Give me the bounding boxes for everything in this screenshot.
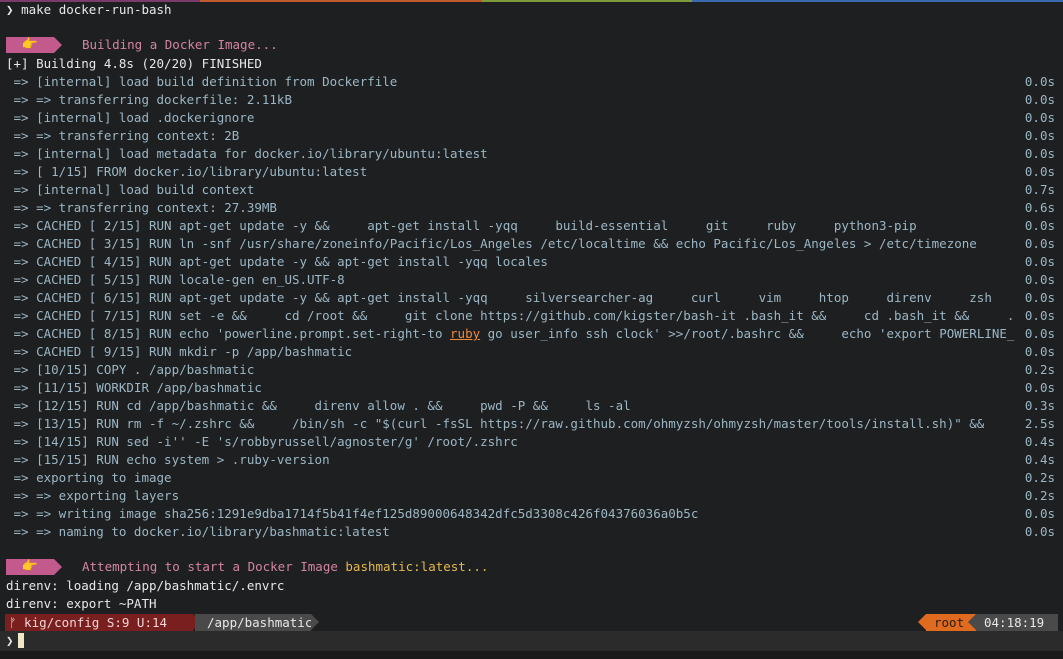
build-step-line: => [14/15] RUN sed -i'' -E 's/robbyrusse… — [6, 434, 518, 449]
build-step-line: => [internal] load .dockerignore — [6, 110, 255, 125]
powerline-statusbar: ᚠ kig/config S:9 U:14 ?:1 /app/bashmatic… — [5, 614, 1058, 647]
command-line: ❯ make docker-run-bash — [6, 1, 1055, 19]
bottom-edge — [0, 651, 1063, 659]
step-duration: 0.0s — [1024, 326, 1055, 341]
step-duration: 0.0s — [1024, 524, 1055, 539]
step-duration: 0.0s — [1024, 272, 1055, 287]
powerline-arrow — [54, 559, 62, 575]
step-duration: 0.0s — [1024, 290, 1055, 305]
command-input[interactable]: ❯ — [0, 631, 1063, 651]
build-step-line: => [12/15] RUN cd /app/bashmatic && dire… — [6, 398, 631, 413]
build-step-line: => CACHED [ 9/15] RUN mkdir -p /app/bash… — [6, 344, 353, 359]
step-duration: 0.2s — [1024, 470, 1055, 485]
prompt-symbol: ❯ — [6, 633, 14, 648]
direnv-line: direnv: export ~PATH — [6, 596, 157, 611]
build-step-line: => => naming to docker.io/library/bashma… — [6, 524, 390, 539]
step-duration: 0.0s — [1024, 92, 1055, 107]
direnv-line: direnv: loading /app/bashmatic/.envrc — [6, 578, 285, 593]
build-step-line: => CACHED [ 3/15] RUN ln -snf /usr/share… — [6, 236, 977, 251]
build-step-line: => => transferring context: 27.39MB — [6, 200, 277, 215]
step-duration: 0.0s — [1024, 506, 1055, 521]
build-step-line: => CACHED [ 5/15] RUN locale-gen en_US.U… — [6, 272, 345, 287]
build-step-line: => CACHED [ 4/15] RUN apt-get update -y … — [6, 254, 548, 269]
step-duration: 0.4s — [1024, 434, 1055, 449]
build-step-line: => [10/15] COPY . /app/bashmatic — [6, 362, 255, 377]
build-step-line: => => exporting layers — [6, 488, 180, 503]
step-duration: 0.0s — [1024, 110, 1055, 125]
prompt-symbol: ❯ — [6, 2, 14, 17]
path-segment: /app/bashmatic — [195, 614, 312, 631]
step-duration: 0.0s — [1024, 146, 1055, 161]
build-step-line: => [15/15] RUN echo system > .ruby-versi… — [6, 452, 330, 467]
build-step-line: => [internal] load metadata for docker.i… — [6, 146, 488, 161]
build-step-line: => [13/15] RUN rm -f ~/.zshrc && /bin/sh… — [6, 416, 1015, 431]
step-duration: 0.6s — [1024, 200, 1055, 215]
pointing-hand-icon: 👉 — [6, 559, 54, 575]
image-name: bashmatic:latest... — [345, 559, 489, 574]
step-duration: 0.2s — [1024, 488, 1055, 503]
build-step-line: => [internal] load build context — [6, 182, 255, 197]
step-duration: 0.0s — [1024, 74, 1055, 89]
build-step-line: => => transferring context: 2B — [6, 128, 240, 143]
powerline-arrow — [918, 614, 926, 630]
ruby-keyword: ruby — [450, 326, 481, 341]
build-step-line: => CACHED [ 6/15] RUN apt-get update -y … — [6, 290, 1015, 305]
build-status: [+] Building 4.8s (20/20) FINISHED — [6, 56, 262, 71]
step-duration: 0.0s — [1024, 254, 1055, 269]
step-duration: 0.0s — [1024, 218, 1055, 233]
step-text: go user_info ssh clock' >>/root/.bashrc … — [487, 326, 1015, 341]
powerline-arrow — [54, 37, 62, 53]
powerline-arrow — [311, 614, 319, 630]
git-branch-segment: ᚠ kig/config S:9 U:14 ?:1 — [5, 614, 193, 647]
build-step-line: => exporting to image — [6, 470, 172, 485]
step-duration: 0.0s — [1024, 344, 1055, 359]
build-step-line: => [11/15] WORKDIR /app/bashmatic — [6, 380, 262, 395]
powerline-arrow — [968, 614, 976, 630]
step-duration: 0.2s — [1024, 362, 1055, 377]
build-step-line: => CACHED [ 2/15] RUN apt-get update -y … — [6, 218, 917, 233]
step-duration: 2.5s — [1024, 416, 1055, 431]
git-branch-icon: ᚠ — [9, 615, 17, 630]
step-duration: 0.3s — [1024, 398, 1055, 413]
build-step-line: => [ 1/15] FROM docker.io/library/ubuntu… — [6, 164, 368, 179]
step-duration: 0.4s — [1024, 452, 1055, 467]
step-duration: 0.0s — [1024, 128, 1055, 143]
build-step-line: => CACHED [ 7/15] RUN set -e && cd /root… — [6, 308, 1015, 323]
build-step-line: => => writing image sha256:1291e9dba1714… — [6, 506, 699, 521]
command-text: make docker-run-bash — [21, 2, 172, 17]
build-banner-message: Building a Docker Image... — [82, 37, 278, 52]
step-duration: 0.7s — [1024, 182, 1055, 197]
build-step-line: => => transferring dockerfile: 2.11kB — [6, 92, 292, 107]
start-banner-message: Attempting to start a Docker Image bashm… — [82, 559, 488, 575]
step-duration: 0.0s — [1024, 380, 1055, 395]
build-step-line: => CACHED [ 8/15] RUN echo 'powerline.pr… — [6, 325, 1015, 343]
pointing-hand-icon: 👉 — [6, 37, 54, 53]
step-duration: 0.0s — [1024, 236, 1055, 251]
clock-segment: 04:18:19 — [976, 614, 1058, 631]
step-text: => CACHED [ 8/15] RUN echo 'powerline.pr… — [6, 326, 451, 341]
build-step-line: => [internal] load build definition from… — [6, 74, 398, 89]
text-cursor — [18, 633, 24, 648]
step-duration: 0.0s — [1024, 164, 1055, 179]
step-duration: 0.0s — [1024, 308, 1055, 323]
start-banner-text: Attempting to start a Docker Image — [82, 559, 346, 574]
